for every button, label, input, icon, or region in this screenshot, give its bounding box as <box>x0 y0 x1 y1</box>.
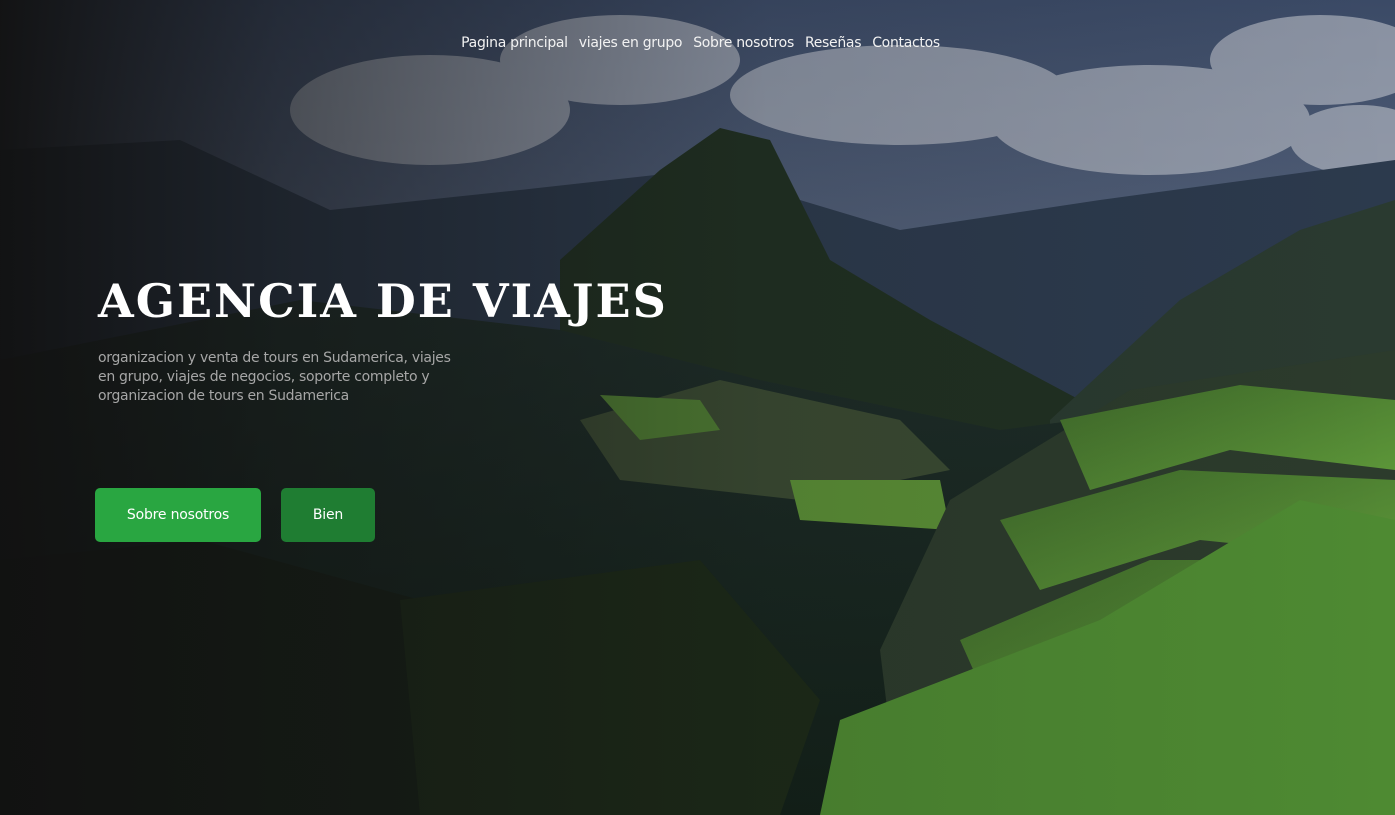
ok-button[interactable]: Bien <box>281 488 375 542</box>
nav-link-reviews[interactable]: Reseñas <box>805 33 862 53</box>
nav-link-about[interactable]: Sobre nosotros <box>693 33 794 53</box>
top-navigation: Pagina principal viajes en grupo Sobre n… <box>0 33 1395 53</box>
nav-link-contacts[interactable]: Contactos <box>872 33 940 53</box>
hero-description: organizacion y venta de tours en Sudamer… <box>98 350 451 404</box>
page-title: AGENCIA DE VIAJES <box>98 274 668 328</box>
about-button[interactable]: Sobre nosotros <box>95 488 261 542</box>
hero-section: Pagina principal viajes en grupo Sobre n… <box>0 0 1395 815</box>
nav-link-home[interactable]: Pagina principal <box>461 33 568 53</box>
dark-overlay <box>0 0 1395 815</box>
nav-link-group-trips[interactable]: viajes en grupo <box>579 33 683 53</box>
